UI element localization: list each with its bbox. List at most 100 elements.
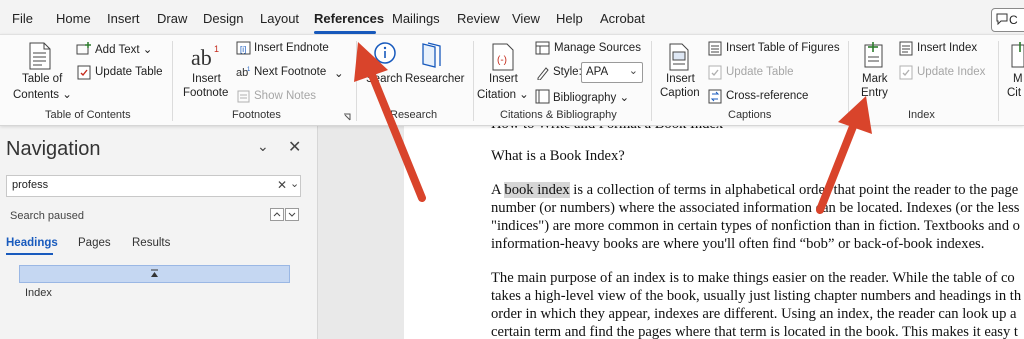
style-select-value: APA: [586, 66, 609, 78]
svg-text:(-): (-): [497, 55, 507, 66]
insert-caption-icon: [669, 43, 689, 71]
close-icon[interactable]: ✕: [288, 137, 301, 157]
paragraph-1-line-4: information-heavy books are where you'll…: [491, 236, 985, 252]
insert-table-of-figures-label: Insert Table of Figures: [726, 42, 840, 54]
mark-entry-label-line1: Mark: [862, 73, 888, 85]
separator: [356, 41, 357, 121]
search-label: Search: [366, 73, 403, 85]
previous-result-button[interactable]: [270, 208, 284, 221]
insert-caption-label-line1: Insert: [666, 73, 695, 85]
paragraph-2-line-3: order in which they appear, indexes are …: [491, 306, 1017, 322]
insert-index-icon: [899, 41, 913, 56]
index-group-label: Index: [908, 109, 935, 121]
navigation-search-input[interactable]: profess ✕ ⌄: [6, 175, 301, 197]
insert-footnote-label-line1: Insert: [192, 73, 221, 85]
svg-text:1: 1: [214, 44, 219, 54]
chevron-up-icon: [273, 212, 281, 217]
menu-help[interactable]: Help: [556, 11, 583, 26]
search-icon: [374, 42, 396, 64]
svg-text:[i]: [i]: [240, 45, 246, 54]
table-of-contents-icon: [29, 42, 51, 70]
mark-entry-icon: [864, 42, 883, 68]
separator: [651, 41, 652, 121]
menu-review[interactable]: Review: [457, 11, 500, 26]
bibliography-icon: [535, 89, 550, 104]
svg-text:1: 1: [247, 67, 251, 73]
comment-icon: [996, 13, 1008, 25]
insert-footnote-icon: ab 1: [191, 44, 219, 69]
update-index-icon: [899, 65, 913, 80]
add-text-icon: [76, 42, 91, 55]
navigation-title: Navigation: [6, 138, 101, 160]
separator: [172, 41, 173, 121]
menu-insert[interactable]: Insert: [107, 11, 140, 26]
style-label: Style:: [553, 66, 582, 78]
navigation-pane: Navigation ⌄ ✕ profess ✕ ⌄ Search paused…: [0, 124, 318, 339]
menu-mailings[interactable]: Mailings: [392, 11, 440, 26]
mark-entry-label-line2: Entry: [861, 87, 888, 99]
insert-endnote-label: Insert Endnote: [254, 42, 329, 54]
add-text-label: Add Text ⌄: [95, 44, 153, 56]
dialog-launcher-icon[interactable]: [343, 113, 351, 121]
menu-home[interactable]: Home: [56, 11, 91, 26]
document-page[interactable]: How to Write and Format a Book Index Wha…: [404, 124, 1024, 339]
menu-file[interactable]: File: [12, 11, 33, 26]
footnotes-group-label: Footnotes: [232, 109, 281, 121]
clear-search-icon[interactable]: ✕: [277, 178, 287, 192]
show-notes-label: Show Notes: [254, 90, 317, 102]
researcher-label: Researcher: [405, 73, 465, 85]
chevron-down-icon: [288, 212, 296, 217]
insert-citation-label-line2: Citation ⌄: [477, 89, 529, 101]
paragraph-2-line-4: certain term and find the pages where th…: [491, 324, 1018, 339]
paragraph-1-line-3: "indices") are more common in certain ty…: [491, 218, 1020, 234]
insert-index-label: Insert Index: [917, 42, 978, 54]
separator: [848, 41, 849, 121]
heading-item-index[interactable]: Index: [25, 287, 52, 299]
bibliography-label: Bibliography ⌄: [553, 92, 630, 104]
cross-reference-label: Cross-reference: [726, 90, 809, 102]
research-group-label: Research: [390, 109, 438, 121]
update-table-icon: [708, 65, 722, 80]
paragraph-2-line-2: takes a high-level view of the book, usu…: [491, 288, 1022, 304]
chevron-down-icon[interactable]: ⌄: [334, 66, 344, 80]
chevron-down-icon[interactable]: ⌄: [257, 138, 269, 155]
mark-citation-icon: [1011, 42, 1024, 68]
next-footnote-icon: ab1: [236, 67, 251, 79]
comments-button[interactable]: C: [991, 8, 1024, 32]
insert-citation-label-line1: Insert: [489, 73, 518, 85]
insert-endnote-icon: [i]: [236, 41, 251, 55]
menu-bar: File Home Insert Draw Design Layout Refe…: [0, 0, 1024, 36]
highlighted-term: book index: [504, 182, 570, 198]
chevron-down-icon: ⌄: [628, 65, 638, 77]
tab-pages[interactable]: Pages: [78, 237, 111, 249]
next-footnote-label: Next Footnote: [254, 66, 327, 78]
insert-footnote-label-line2: Footnote: [183, 87, 229, 99]
search-input-value: profess: [12, 179, 49, 191]
paragraph-1-line-1: A book index is a collection of terms in…: [491, 182, 1019, 198]
next-result-button[interactable]: [285, 208, 299, 221]
update-table-icon: [77, 65, 91, 80]
manage-sources-icon: [535, 41, 550, 55]
mark-citation-label-line2: Cit: [1007, 87, 1022, 99]
menu-design[interactable]: Design: [203, 11, 243, 26]
tab-headings[interactable]: Headings: [6, 237, 58, 249]
svg-text:ab: ab: [191, 45, 212, 69]
heading-selection-bar[interactable]: [19, 265, 290, 283]
chevron-down-icon[interactable]: ⌄: [290, 177, 299, 190]
document-margin: [318, 124, 404, 339]
tab-results[interactable]: Results: [132, 237, 170, 249]
citations-group-label: Citations & Bibliography: [500, 109, 617, 121]
menu-layout[interactable]: Layout: [260, 11, 299, 26]
update-index-label: Update Index: [917, 66, 986, 78]
menu-references[interactable]: References: [314, 11, 384, 26]
menu-acrobat[interactable]: Acrobat: [600, 11, 645, 26]
paragraph-2-line-1: The main purpose of an index is to make …: [491, 270, 1015, 286]
ribbon: Table of Contents ⌄ Add Text ⌄ Update Ta…: [0, 34, 1024, 126]
menu-view[interactable]: View: [512, 11, 540, 26]
tab-indicator: [6, 253, 53, 255]
menu-draw[interactable]: Draw: [157, 11, 187, 26]
update-table-figures-label: Update Table: [726, 66, 794, 78]
style-select[interactable]: APA ⌄: [581, 62, 643, 83]
document-heading: What is a Book Index?: [491, 148, 625, 164]
cross-reference-icon: [708, 89, 722, 104]
